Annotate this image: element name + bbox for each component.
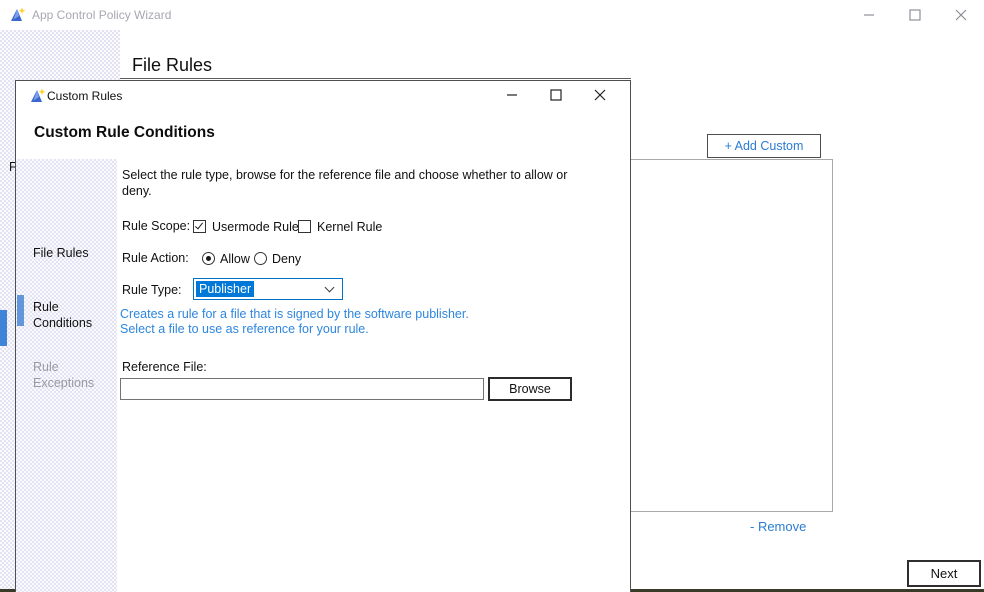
heading-divider xyxy=(120,78,631,79)
main-window-controls xyxy=(846,0,984,30)
close-icon[interactable] xyxy=(938,0,984,30)
main-window-title: App Control Policy Wizard xyxy=(32,0,171,30)
rule-type-label: Rule Type: xyxy=(122,283,182,297)
add-custom-button[interactable]: + Add Custom xyxy=(707,134,821,158)
usermode-rule-label[interactable]: Usermode Rule xyxy=(212,220,299,234)
rule-action-label: Rule Action: xyxy=(122,251,189,265)
chevron-down-icon xyxy=(325,283,335,293)
deny-label[interactable]: Deny xyxy=(272,252,301,266)
kernel-rule-label[interactable]: Kernel Rule xyxy=(317,220,382,234)
remove-link[interactable]: - Remove xyxy=(750,519,806,534)
usermode-rule-checkbox[interactable] xyxy=(193,220,206,233)
minimize-icon[interactable] xyxy=(846,0,892,30)
next-button[interactable]: Next xyxy=(907,560,981,587)
rule-type-selected-value: Publisher xyxy=(196,281,254,297)
reference-file-label: Reference File: xyxy=(122,360,207,374)
custom-rules-dialog: Custom Rules Custom Rule Conditions File… xyxy=(15,80,631,592)
rule-type-dropdown[interactable]: Publisher xyxy=(193,278,343,300)
reference-file-input[interactable] xyxy=(120,378,484,400)
page-title: File Rules xyxy=(132,55,212,76)
kernel-rule-checkbox[interactable] xyxy=(298,220,311,233)
allow-label[interactable]: Allow xyxy=(220,252,250,266)
rule-type-description-line2: Select a file to use as reference for yo… xyxy=(120,322,369,337)
radio-dot-icon xyxy=(206,256,211,261)
intro-text: Select the rule type, browse for the ref… xyxy=(122,167,594,199)
browse-button[interactable]: Browse xyxy=(488,377,572,401)
main-title-bar: App Control Policy Wizard xyxy=(0,0,984,30)
rule-type-description-line1: Creates a rule for a file that is signed… xyxy=(120,307,469,322)
allow-radio[interactable] xyxy=(202,252,215,265)
deny-radio[interactable] xyxy=(254,252,267,265)
check-icon xyxy=(195,221,203,230)
file-rules-list[interactable] xyxy=(600,159,833,512)
dialog-content: Select the rule type, browse for the ref… xyxy=(16,81,630,592)
maximize-icon[interactable] xyxy=(892,0,938,30)
rule-scope-label: Rule Scope: xyxy=(122,219,190,233)
app-wizard-icon xyxy=(10,7,26,23)
main-sidebar-active-accent xyxy=(0,310,7,346)
